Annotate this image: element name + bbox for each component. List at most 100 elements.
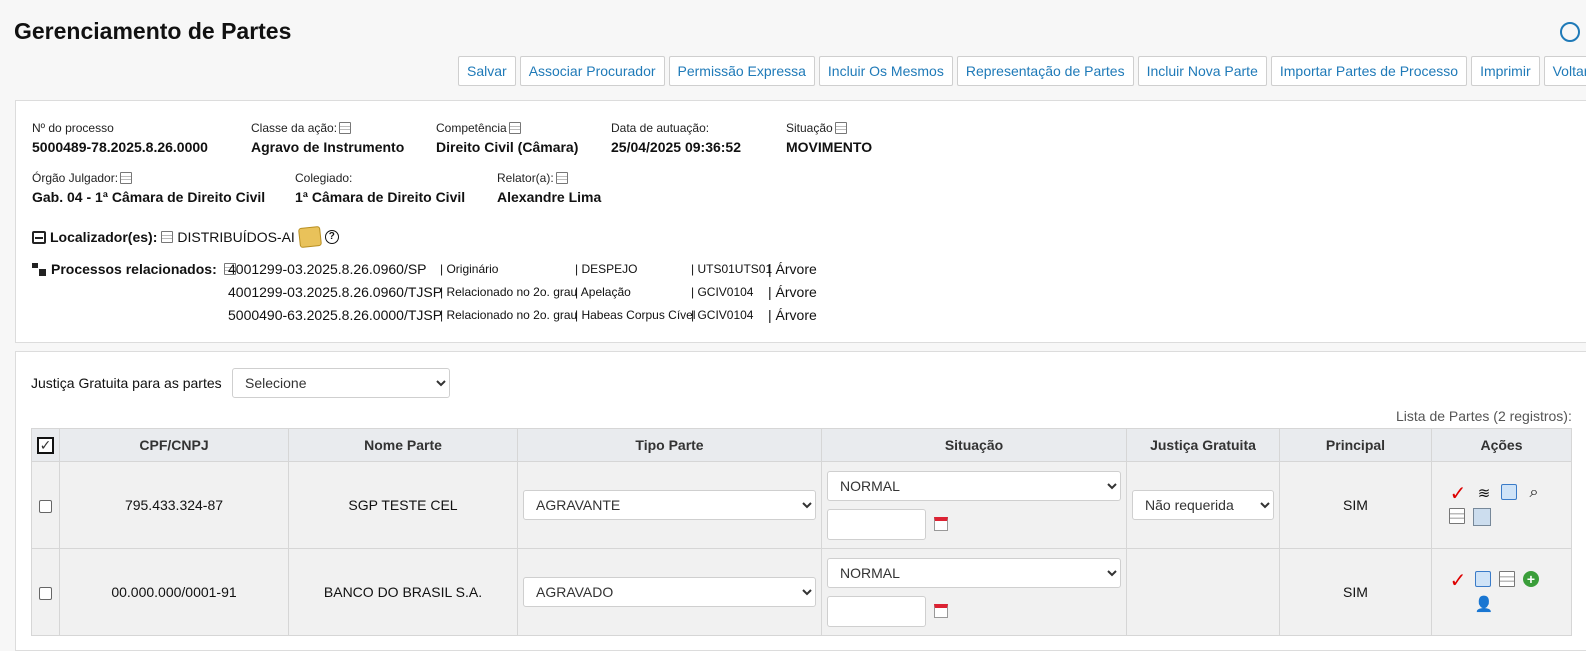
judging-body-value: Gab. 04 - 1ª Câmara de Direito Civil [32, 189, 266, 205]
process-number-label: Nº do processo [32, 121, 114, 135]
party-representation-button[interactable]: Representação de Partes [956, 56, 1134, 86]
search-icon[interactable]: ⌕ [1525, 484, 1543, 502]
situation-header: Situação [821, 428, 1127, 462]
actions-cell: ✓ ≋ ⌕ [1431, 461, 1572, 549]
party-type-select[interactable]: AGRAVADO [523, 577, 816, 607]
related-process-link[interactable]: 4001299-03.2025.8.26.0960/TJSP [228, 284, 442, 300]
related-process-class: | Apelação [575, 285, 631, 299]
collegiate-label: Colegiado: [295, 171, 353, 185]
cpf-cell: 00.000.000/0001-91 [59, 548, 289, 636]
delete-icon[interactable] [1475, 571, 1491, 587]
party-type-select[interactable]: AGRAVANTE [523, 490, 816, 520]
express-permission-button[interactable]: Permissão Expressa [668, 56, 815, 86]
help-icon[interactable]: ? [324, 230, 339, 244]
competence-value: Direito Civil (Câmara) [436, 139, 579, 155]
free-justice-select[interactable]: Selecione [232, 368, 450, 398]
situation-select[interactable]: NORMAL [827, 557, 1121, 588]
related-process-type: | Originário [440, 262, 499, 276]
associate-attorney-button[interactable]: Associar Procurador [519, 56, 665, 86]
situation-select[interactable]: NORMAL [827, 470, 1121, 501]
parties-table: ✓ CPF/CNPJ Nome Parte Tipo Parte Situaçã… [31, 428, 1572, 636]
add-party-button[interactable]: Incluir Nova Parte [1137, 56, 1267, 86]
print-button[interactable]: Imprimir [1471, 56, 1540, 86]
process-number-field: Nº do processo 5000489-78.2025.8.26.0000 [32, 121, 208, 155]
help-icon[interactable] [1560, 22, 1580, 42]
actions-header: Ações [1431, 428, 1572, 462]
edit-icon[interactable] [1473, 508, 1491, 526]
details-icon[interactable] [555, 172, 568, 184]
related-process-link[interactable]: 5000490-63.2025.8.26.0000/TJSP [228, 307, 442, 323]
check-icon[interactable]: ✓ [1449, 483, 1467, 505]
table-header-row: ✓ CPF/CNPJ Nome Parte Tipo Parte Situaçã… [31, 428, 1572, 462]
details-icon[interactable] [161, 231, 174, 243]
related-process-organ: | GCIV0104 [691, 285, 754, 299]
select-all-header: ✓ [31, 428, 60, 462]
user-settings-icon[interactable]: 👤 [1475, 595, 1494, 613]
table-row: 00.000.000/0001-91 BANCO DO BRASIL S.A. … [31, 548, 1572, 636]
folder-edit-icon[interactable] [297, 225, 322, 249]
competence-field: Competência Direito Civil (Câmara) [436, 121, 578, 155]
details-icon[interactable] [339, 122, 352, 134]
actions-cell: ✓ + 👤 [1431, 548, 1572, 636]
judging-body-label: Órgão Julgador: [32, 171, 119, 185]
competence-label: Competência [436, 121, 507, 135]
select-all-checkbox[interactable]: ✓ [37, 436, 54, 454]
inbox-icon [32, 230, 46, 244]
tree-icon [32, 262, 46, 276]
save-button[interactable]: Salvar [458, 56, 516, 86]
calendar-icon[interactable] [934, 517, 948, 531]
principal-cell: SIM [1279, 548, 1432, 636]
details-icon[interactable] [1449, 508, 1465, 524]
related-processes-label: Processos relacionados: [51, 261, 217, 277]
details-icon[interactable] [1499, 571, 1515, 587]
row-select-cell [31, 548, 60, 636]
import-parties-button[interactable]: Importar Partes de Processo [1270, 56, 1468, 86]
action-class-field: Classe da ação: Agravo de Instrumento [251, 121, 404, 155]
calendar-icon[interactable] [934, 604, 948, 618]
tree-link[interactable]: | Árvore [768, 261, 817, 277]
free-justice-cell [1126, 548, 1280, 636]
filing-date-value: 25/04/2025 09:36:52 [611, 139, 741, 155]
related-process-organ: | GCIV0104 [691, 308, 754, 322]
tree-link[interactable]: | Árvore [768, 284, 817, 300]
row-checkbox[interactable] [39, 499, 52, 513]
principal-header: Principal [1279, 428, 1432, 462]
situation-cell: NORMAL [821, 461, 1127, 549]
row-actions: ✓ + 👤 [1449, 570, 1554, 613]
related-process-link[interactable]: 4001299-03.2025.8.26.0960/SP [228, 261, 427, 277]
locator-row: Localizador(es): DISTRIBUÍDOS-AI ? [32, 225, 339, 249]
related-process-class: | Habeas Corpus Cível [575, 308, 696, 322]
filing-date-field: Data de autuação: 25/04/2025 09:36:52 [611, 121, 741, 155]
situation-date-input[interactable] [827, 508, 926, 540]
details-icon[interactable] [834, 122, 847, 134]
situation-cell: NORMAL [821, 548, 1127, 636]
related-process-type: | Relacionado no 2o. grau [440, 308, 578, 322]
rapporteur-field: Relator(a): Alexandre Lima [497, 171, 601, 205]
row-checkbox[interactable] [39, 586, 52, 600]
back-button[interactable]: Voltar [1543, 56, 1586, 86]
locator-label: Localizador(es): [50, 229, 158, 245]
add-icon[interactable]: + [1523, 571, 1539, 587]
name-cell: SGP TESTE CEL [288, 461, 518, 549]
delete-icon[interactable] [1501, 484, 1517, 500]
name-header: Nome Parte [288, 428, 518, 462]
related-process-type: | Relacionado no 2o. grau [440, 285, 578, 299]
check-icon[interactable]: ✓ [1449, 570, 1467, 592]
status-label: Situação [786, 121, 833, 135]
status-value: MOVIMENTO [786, 139, 873, 155]
status-field: Situação MOVIMENTO [786, 121, 872, 155]
situation-date-row [827, 595, 1121, 627]
wifi-off-icon[interactable]: ≋ [1475, 484, 1493, 502]
free-justice-row-select[interactable]: Não requerida [1132, 490, 1274, 520]
details-icon[interactable] [120, 172, 133, 184]
tree-link[interactable]: | Árvore [768, 307, 817, 323]
related-process-class: | DESPEJO [575, 262, 638, 276]
filing-date-label: Data de autuação: [611, 121, 710, 135]
include-same-button[interactable]: Incluir Os Mesmos [818, 56, 953, 86]
details-icon[interactable] [508, 122, 521, 134]
situation-date-input[interactable] [827, 595, 926, 627]
free-justice-header: Justiça Gratuita [1126, 428, 1280, 462]
cpf-cell: 795.433.324-87 [59, 461, 289, 549]
collegiate-field: Colegiado: 1ª Câmara de Direito Civil [295, 171, 465, 205]
process-number-value: 5000489-78.2025.8.26.0000 [32, 139, 208, 155]
